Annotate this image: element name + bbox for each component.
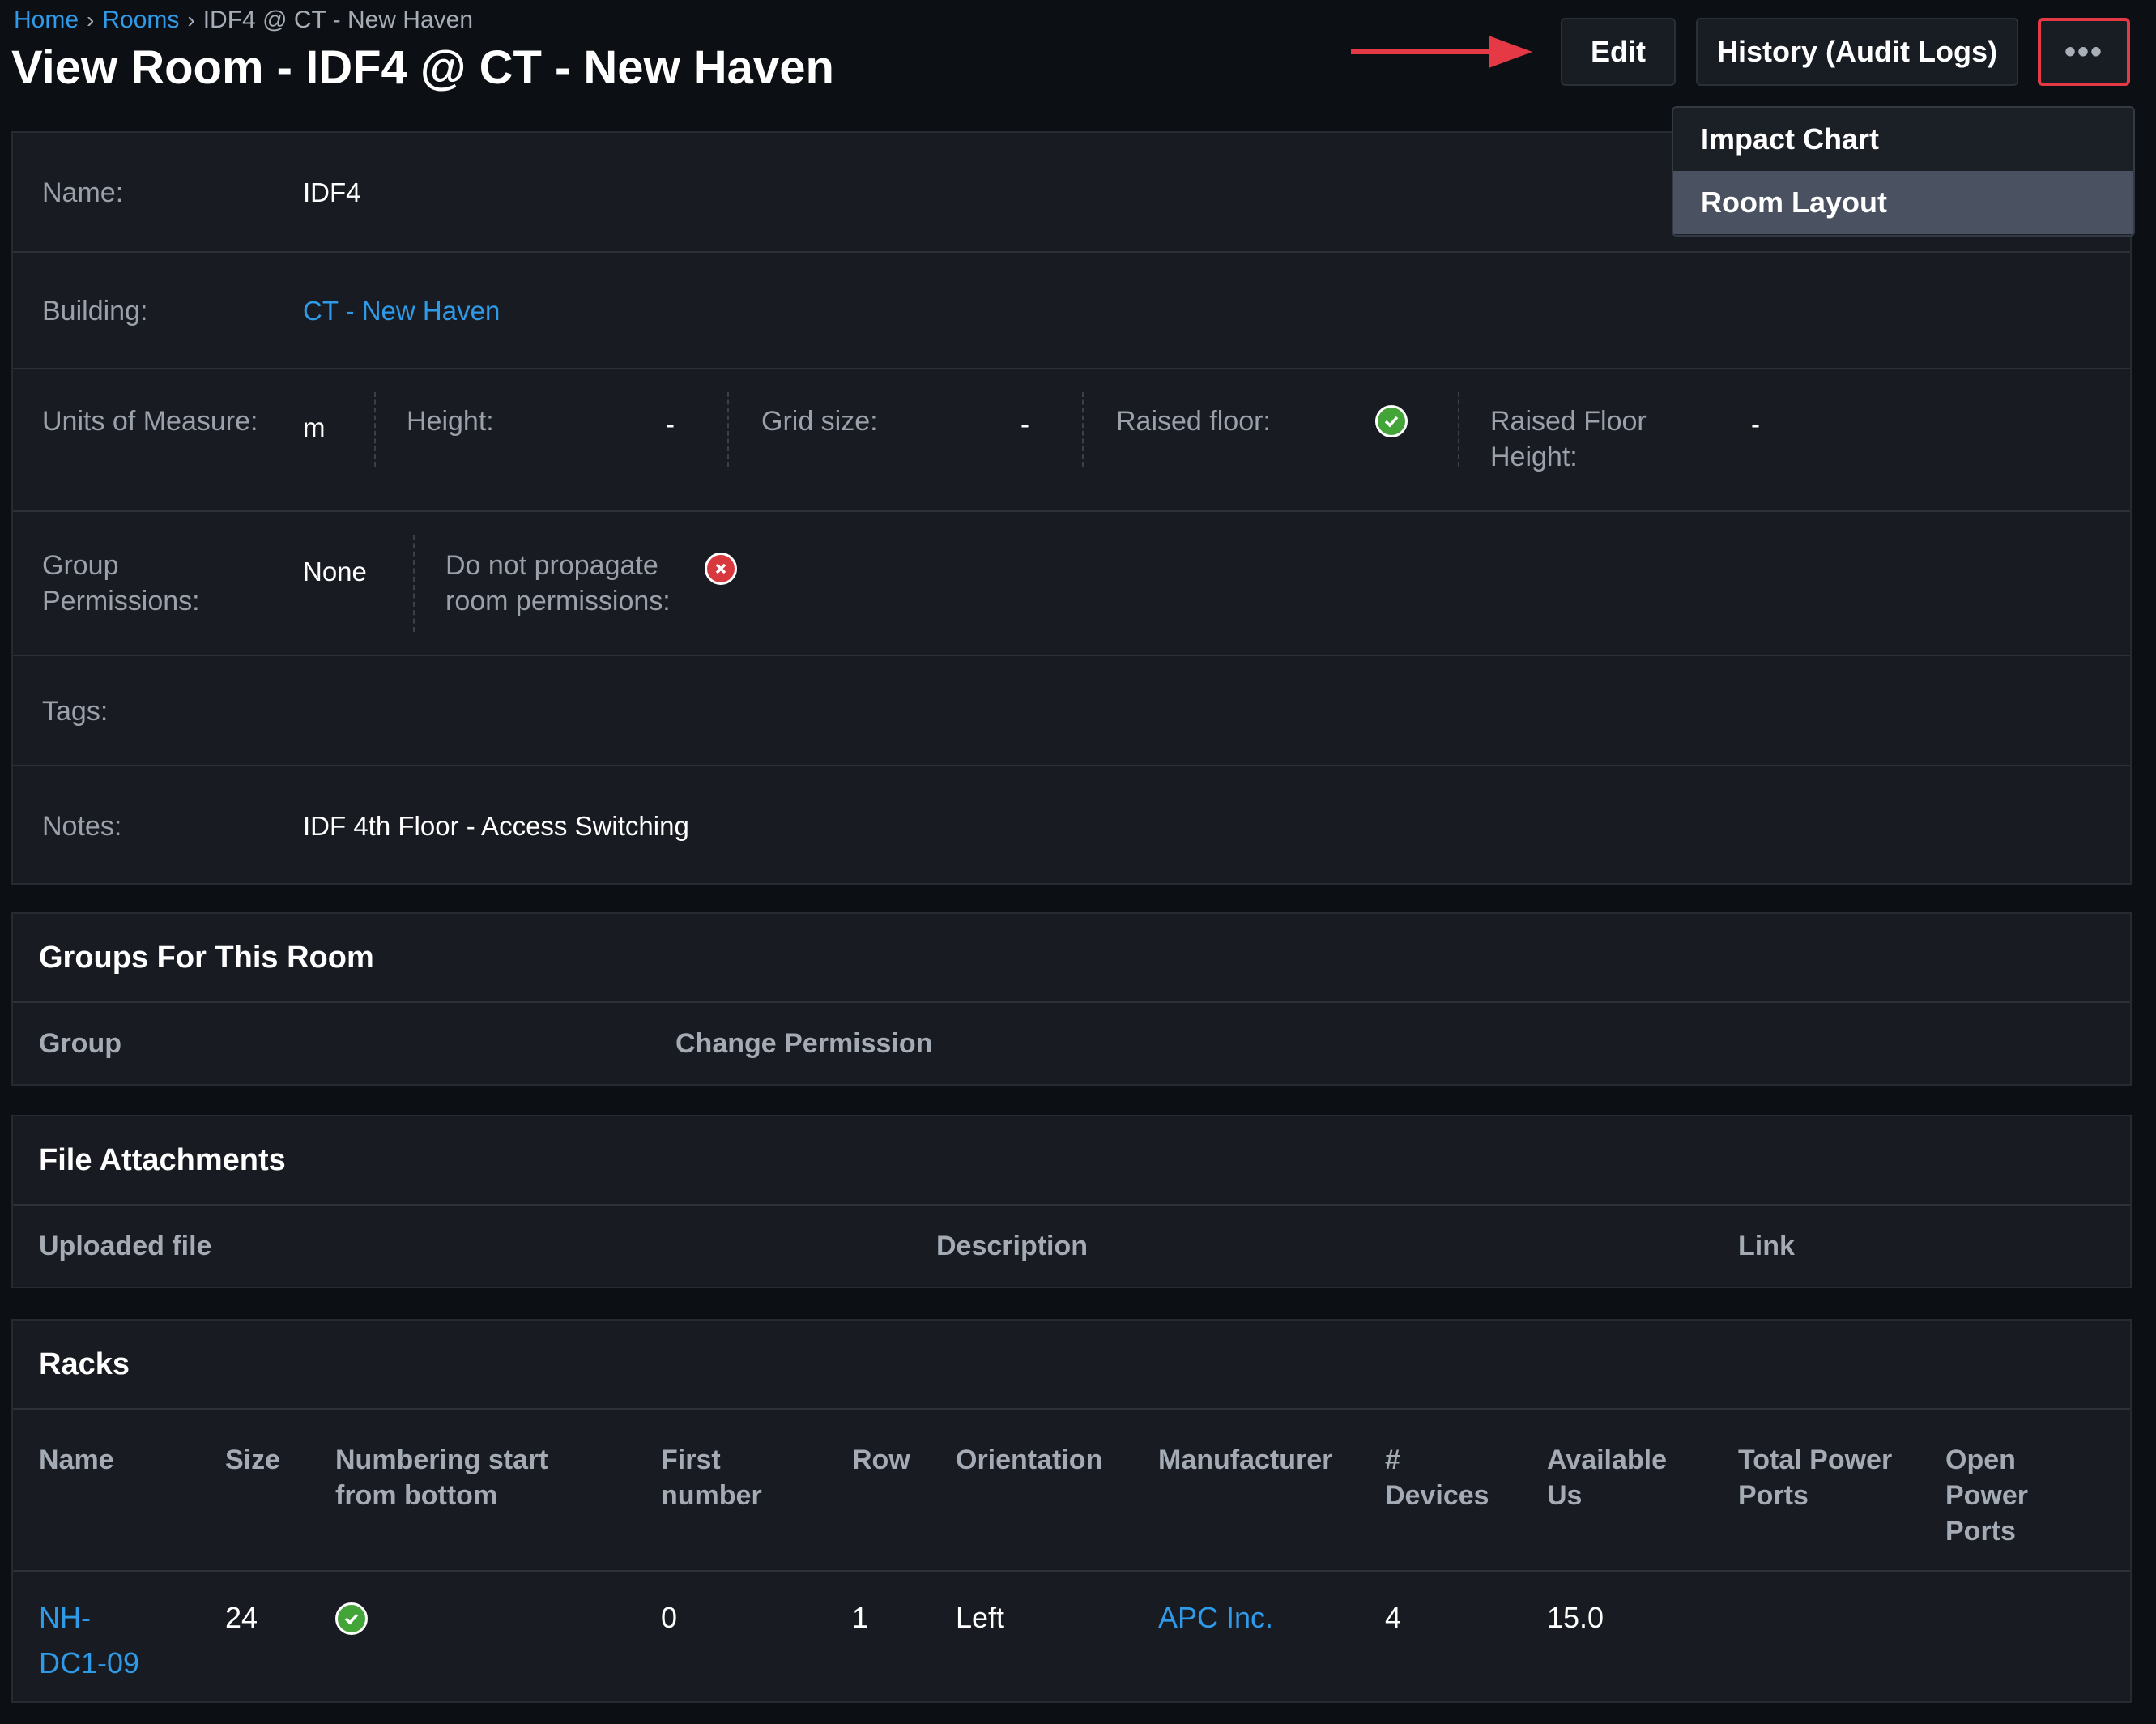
notes-label: Notes: <box>42 811 122 842</box>
racks-panel-title: Racks <box>13 1321 2130 1410</box>
column-header-first-number-line2: number <box>661 1480 762 1511</box>
group-permissions-label-line2: Permissions: <box>42 586 200 617</box>
divider <box>727 392 729 467</box>
edit-button[interactable]: Edit <box>1561 18 1676 86</box>
column-header-orientation: Orientation <box>956 1444 1103 1475</box>
divider <box>1082 392 1084 467</box>
raised-floor-height-label-line1: Raised Floor <box>1490 406 1647 437</box>
raised-floor-height-label-line2: Height: <box>1490 442 1578 472</box>
rack-devices: 4 <box>1385 1601 1402 1634</box>
no-propagate-label-line2: room permissions: <box>445 586 671 617</box>
column-header-first-number-line1: First <box>661 1444 721 1475</box>
column-header-open-power-ports-line1: Open <box>1945 1444 2016 1475</box>
file-attachments-panel-title: File Attachments <box>13 1116 2130 1206</box>
breadcrumb-separator: › <box>87 7 95 32</box>
permissions-row: Group Permissions: None Do not propagate… <box>13 512 2130 656</box>
column-header-change-permission: Change Permission <box>675 1028 933 1059</box>
breadcrumb-rooms-link[interactable]: Rooms <box>102 6 179 34</box>
table-row: NH- DC1-09 24 0 1 Left APC Inc. 4 15.0 <box>13 1573 2130 1703</box>
rack-manufacturer-link[interactable]: APC Inc. <box>1158 1596 1273 1640</box>
file-attachments-panel: File Attachments Uploaded file Descripti… <box>11 1115 2132 1288</box>
tags-row: Tags: <box>13 656 2130 766</box>
name-value: IDF4 <box>303 177 361 207</box>
column-header-total-power-ports-line1: Total Power <box>1738 1444 1893 1475</box>
rack-available-us: 15.0 <box>1547 1601 1604 1634</box>
column-header-size: Size <box>225 1444 281 1475</box>
divider <box>1458 392 1459 467</box>
column-header-available-us-line1: Available <box>1547 1444 1668 1475</box>
building-link[interactable]: CT - New Haven <box>303 293 500 329</box>
building-row: Building: CT - New Haven <box>13 253 2130 369</box>
column-header-devices-line2: Devices <box>1385 1480 1489 1511</box>
notes-row: Notes: IDF 4th Floor - Access Switching <box>13 766 2130 883</box>
no-propagate-label-line1: Do not propagate <box>445 550 658 581</box>
divider <box>374 392 376 467</box>
annotation-arrow-icon <box>1351 36 1532 68</box>
group-permissions-label-line1: Group <box>42 550 119 581</box>
column-header-row: Row <box>852 1444 910 1475</box>
history-audit-logs-button[interactable]: History (Audit Logs) <box>1696 18 2018 86</box>
units-value: m <box>303 412 326 442</box>
breadcrumb: Home › Rooms › IDF4 @ CT - New Haven <box>14 6 473 34</box>
column-header-total-power-ports-line2: Ports <box>1738 1480 1809 1511</box>
rack-size: 24 <box>225 1601 258 1634</box>
column-header-open-power-ports-line2: Power <box>1945 1480 2029 1511</box>
raised-floor-height-value: - <box>1751 409 1760 439</box>
column-header-link: Link <box>1738 1231 1795 1261</box>
page-title: View Room - IDF4 @ CT - New Haven <box>11 41 834 94</box>
rack-orientation: Left <box>956 1601 1005 1634</box>
breadcrumb-home-link[interactable]: Home <box>14 6 79 34</box>
rack-first-number: 0 <box>661 1601 678 1634</box>
no-propagate-x-icon <box>705 553 737 585</box>
rack-row: 1 <box>852 1601 869 1634</box>
raised-floor-check-icon <box>1375 405 1408 437</box>
units-label: Units of Measure: <box>42 406 258 437</box>
column-header-open-power-ports-line3: Ports <box>1945 1516 2016 1547</box>
column-header-numbering-line1: Numbering start <box>335 1444 548 1475</box>
divider <box>413 535 415 632</box>
column-header-numbering-line2: from bottom <box>335 1480 498 1511</box>
more-options-button[interactable]: ••• <box>2038 18 2130 86</box>
racks-table-header: Name Size Numbering start from bottom Fi… <box>13 1410 2130 1572</box>
column-header-description: Description <box>936 1231 1089 1261</box>
menu-item-room-layout[interactable]: Room Layout <box>1673 171 2133 234</box>
group-permissions-value: None <box>303 557 367 587</box>
column-header-group: Group <box>39 1028 121 1059</box>
tags-label: Tags: <box>42 696 109 727</box>
breadcrumb-separator: › <box>187 7 195 32</box>
height-label: Height: <box>407 406 494 437</box>
building-label: Building: <box>42 296 148 326</box>
column-header-manufacturer: Manufacturer <box>1158 1444 1333 1475</box>
groups-panel: Groups For This Room Group Change Permis… <box>11 912 2132 1086</box>
menu-item-impact-chart[interactable]: Impact Chart <box>1673 108 2133 171</box>
column-header-uploaded-file: Uploaded file <box>39 1231 212 1261</box>
name-label: Name: <box>42 177 124 208</box>
height-value: - <box>666 409 675 439</box>
column-header-name: Name <box>39 1444 114 1475</box>
groups-panel-title: Groups For This Room <box>13 914 2130 1003</box>
rack-name-link-line2[interactable]: DC1-09 <box>39 1641 139 1685</box>
grid-size-label: Grid size: <box>761 406 878 437</box>
grid-size-value: - <box>1020 409 1029 439</box>
more-options-dropdown: Impact Chart Room Layout <box>1672 106 2135 237</box>
column-header-devices-line1: # <box>1385 1444 1400 1475</box>
breadcrumb-current: IDF4 @ CT - New Haven <box>202 6 474 33</box>
rack-name-link-line1[interactable]: NH- <box>39 1596 91 1640</box>
raised-floor-label: Raised floor: <box>1116 406 1271 437</box>
measurements-row: Units of Measure: m Height: - Grid size:… <box>13 369 2130 512</box>
numbering-from-bottom-check-icon <box>335 1602 368 1635</box>
column-header-available-us-line2: Us <box>1547 1480 1583 1511</box>
room-details-card: Name: IDF4 Building: CT - New Haven Unit… <box>11 131 2132 885</box>
racks-panel: Racks Name Size Numbering start from bot… <box>11 1319 2132 1703</box>
notes-value: IDF 4th Floor - Access Switching <box>303 811 689 841</box>
